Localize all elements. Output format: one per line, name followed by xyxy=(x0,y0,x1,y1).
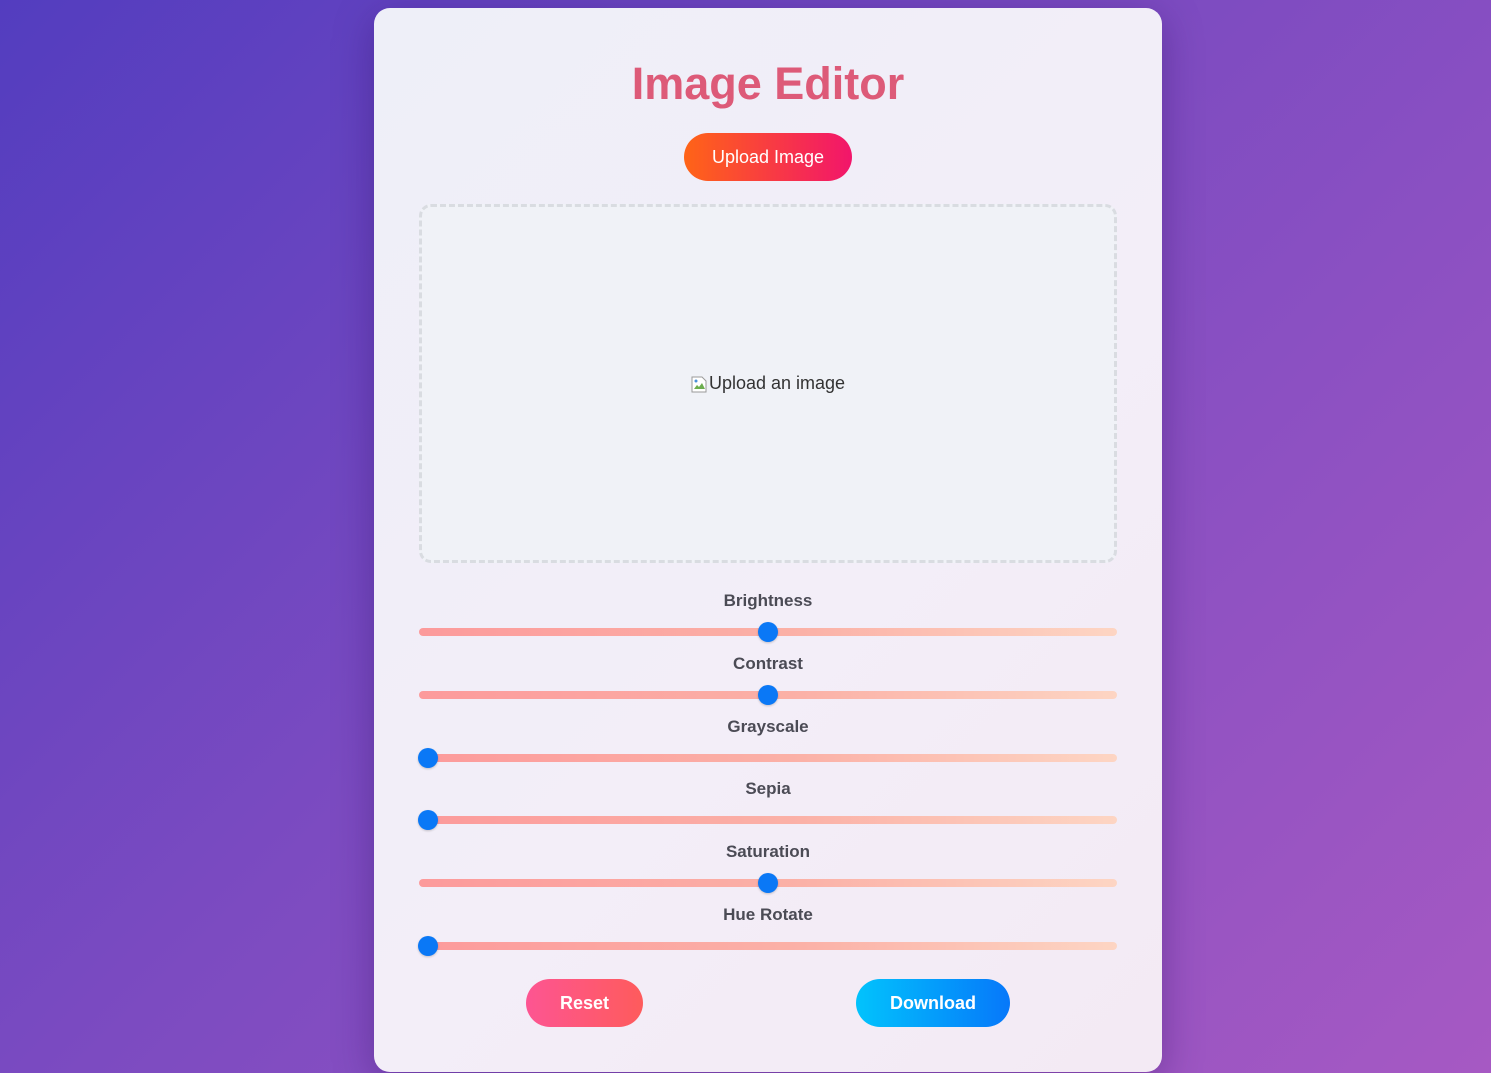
image-placeholder: Upload an image xyxy=(691,373,845,394)
hue-rotate-slider[interactable] xyxy=(418,936,1117,956)
hue-rotate-label: Hue Rotate xyxy=(723,905,813,924)
brightness-slider[interactable] xyxy=(419,622,1117,642)
grayscale-slider-thumb[interactable] xyxy=(418,747,438,768)
image-alt-text: Upload an image xyxy=(708,373,846,393)
image-preview-area: Upload an image xyxy=(419,204,1117,563)
reset-button[interactable]: Reset xyxy=(526,979,643,1027)
saturation-slider-thumb[interactable] xyxy=(758,873,778,894)
brightness-label: Brightness xyxy=(723,591,813,610)
saturation-label: Saturation xyxy=(725,842,811,862)
upload-image-button[interactable]: Upload Image xyxy=(684,133,852,181)
contrast-label: Contrast xyxy=(733,653,803,673)
brightness-slider-thumb[interactable] xyxy=(758,622,778,642)
sepia-slider-thumb[interactable] xyxy=(418,810,438,831)
grayscale-label: Grayscale xyxy=(727,716,809,736)
grayscale-slider[interactable] xyxy=(418,747,1117,768)
download-button[interactable]: Download xyxy=(856,979,1010,1027)
editor-card: Image Editor Upload Image Upload an imag… xyxy=(374,8,1162,1072)
hue-rotate-slider-thumb[interactable] xyxy=(418,936,438,956)
contrast-slider[interactable] xyxy=(419,684,1117,705)
broken-image-icon xyxy=(691,375,707,393)
contrast-slider-thumb[interactable] xyxy=(758,684,778,705)
page-title: Image Editor xyxy=(631,58,905,109)
saturation-slider[interactable] xyxy=(419,873,1117,894)
sepia-label: Sepia xyxy=(745,779,791,799)
sepia-slider[interactable] xyxy=(418,810,1117,831)
